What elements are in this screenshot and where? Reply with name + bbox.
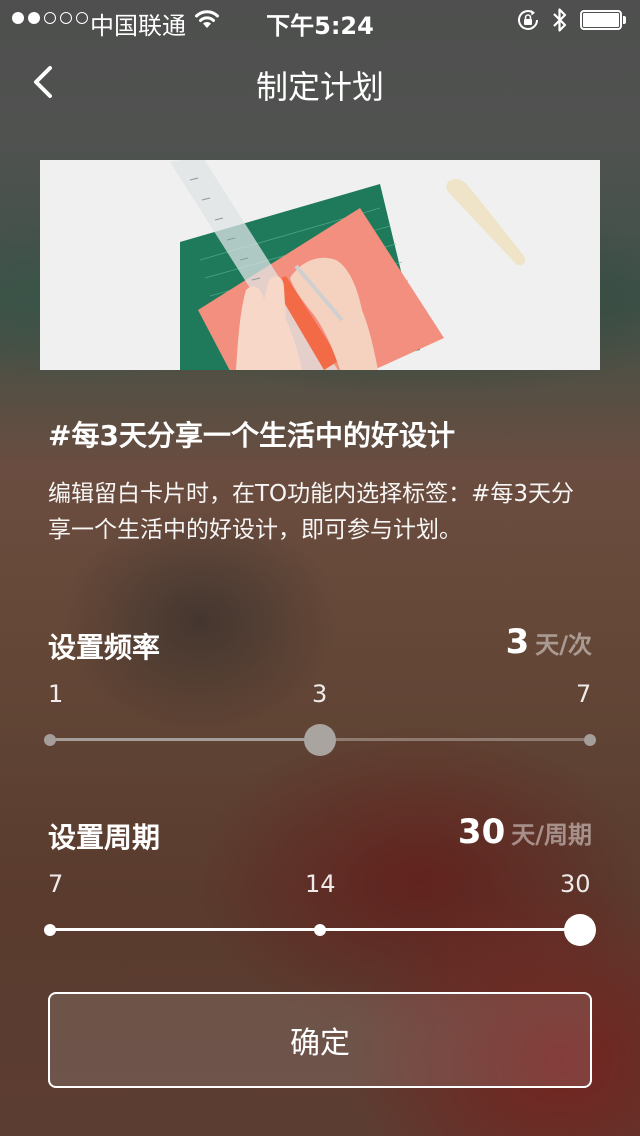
battery-icon xyxy=(580,10,628,30)
period-slider-thumb[interactable] xyxy=(564,914,596,946)
status-bar: 中国联通 下午5:24 xyxy=(0,0,640,40)
period-value: 30 xyxy=(457,812,506,852)
bluetooth-icon xyxy=(553,8,567,32)
frequency-end-dot xyxy=(584,734,596,746)
period-min-label: 7 xyxy=(48,870,64,898)
status-time: 下午5:24 xyxy=(266,12,374,40)
frequency-max-label: 7 xyxy=(576,680,592,708)
crafting-illustration xyxy=(40,160,600,370)
banner-image xyxy=(40,160,600,370)
frequency-unit: 天/次 xyxy=(535,631,592,659)
period-max-label: 30 xyxy=(560,870,591,898)
frequency-label: 设置频率 xyxy=(48,631,161,664)
page-title: 制定计划 xyxy=(255,68,384,106)
confirm-button[interactable]: 确定 xyxy=(48,992,592,1088)
plan-title: #每3天分享一个生活中的好设计 xyxy=(48,419,455,452)
period-unit: 天/周期 xyxy=(511,821,592,849)
period-value-display: 30 天/周期 xyxy=(458,812,592,852)
frequency-value-display: 3 天/次 xyxy=(506,622,592,662)
frequency-track-remaining xyxy=(320,738,590,741)
period-mid-dot xyxy=(314,924,326,936)
frequency-start-dot xyxy=(44,734,56,746)
rotation-lock-icon xyxy=(518,10,538,30)
frequency-value: 3 xyxy=(505,622,530,662)
frequency-track-filled xyxy=(50,738,320,741)
frequency-mid-label: 3 xyxy=(312,680,328,708)
frequency-min-label: 1 xyxy=(48,680,64,708)
plan-description: 编辑留白卡片时，在TO功能内选择标签：#每3天分享一个生活中的好设计，即可参与计… xyxy=(48,481,575,543)
period-label: 设置周期 xyxy=(48,821,161,854)
period-start-dot xyxy=(44,924,56,936)
period-mid-label: 14 xyxy=(305,870,336,898)
frequency-slider-thumb[interactable] xyxy=(304,724,336,756)
